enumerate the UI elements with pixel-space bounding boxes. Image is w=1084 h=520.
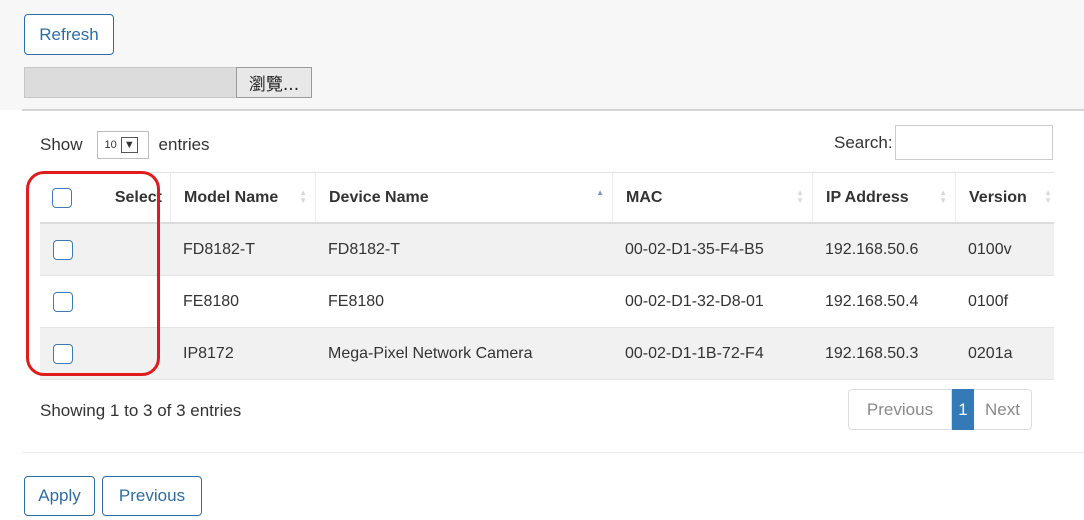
pagination-page-1-button[interactable]: 1	[952, 389, 974, 430]
previous-step-button[interactable]: Previous	[102, 476, 202, 516]
version-header-label: Version	[969, 188, 1027, 206]
column-header-ip-address[interactable]: IP Address ▲ ▼	[812, 173, 955, 222]
version-cell: 0100v	[968, 240, 1012, 258]
sort-icon: ▲ ▼	[299, 188, 307, 205]
device-name-cell: FD8182-T	[328, 240, 401, 258]
row-select-cell	[40, 224, 170, 275]
entries-select-value: 10	[104, 139, 117, 151]
show-label: Show	[40, 135, 83, 154]
column-header-model-name[interactable]: Model Name ▲ ▼	[170, 173, 315, 222]
row-checkbox[interactable]	[53, 343, 73, 364]
chevron-down-icon: ▼	[120, 137, 138, 153]
table-header-row: Select Model Name ▲▼ Device Name ▲▼ MAC …	[40, 172, 1054, 224]
mac-cell: 00-02-D1-35-F4-B5	[625, 240, 764, 258]
device-name-cell: Mega-Pixel Network Camera	[328, 344, 533, 362]
file-upload: 瀏覽...	[24, 67, 312, 98]
column-header-device-name[interactable]: Device Name ▲▼	[315, 173, 612, 222]
row-checkbox[interactable]	[53, 239, 73, 260]
search-input[interactable]	[894, 125, 1053, 160]
table-row: FD8182-T FD8182-T 00-02-D1-35-F4-B5 192.…	[40, 224, 1054, 276]
apply-button[interactable]: Apply	[24, 476, 95, 516]
device-table: Select Model Name ▲▼ Device Name ▲▼ MAC …	[40, 172, 1054, 380]
sort-ascending-icon: ▲▼	[596, 188, 604, 197]
pagination-previous-button[interactable]: Previous	[848, 389, 952, 430]
version-cell: 0201a	[968, 344, 1013, 362]
refresh-button[interactable]: Refresh	[24, 14, 114, 55]
file-path-field[interactable]	[24, 67, 236, 98]
version-cell: 0100f	[968, 292, 1009, 310]
model-name-cell: FD8182-T	[183, 240, 256, 258]
device-table-panel: Show 10 ▼ entries Search: Select Model N…	[22, 109, 1084, 453]
model-name-cell: IP8172	[183, 344, 234, 362]
table-row: FE8180 FE8180 00-02-D1-32-D8-01 192.168.…	[40, 276, 1054, 328]
sort-icon: ▲ ▼	[1044, 188, 1052, 205]
sort-icon: ▲ ▼	[939, 188, 947, 205]
table-info: Showing 1 to 3 of 3 entries	[40, 401, 242, 420]
pagination-next-button[interactable]: Next	[974, 389, 1032, 430]
select-all-checkbox[interactable]	[52, 187, 72, 208]
device-name-cell: FE8180	[328, 292, 385, 310]
row-checkbox[interactable]	[53, 291, 73, 312]
browse-button[interactable]: 瀏覽...	[236, 67, 312, 98]
select-header-label: Select	[114, 188, 162, 206]
column-header-select[interactable]: Select	[40, 173, 170, 222]
model-name-header-label: Model Name	[184, 188, 279, 206]
column-header-version[interactable]: Version ▲ ▼	[955, 173, 1054, 222]
table-search: Search:	[834, 125, 1053, 160]
ip-address-cell: 192.168.50.6	[825, 240, 919, 258]
row-select-cell	[40, 276, 170, 327]
entries-label: entries	[158, 135, 210, 154]
ip-address-cell: 192.168.50.4	[825, 292, 919, 310]
ip-address-header-label: IP Address	[826, 188, 909, 206]
mac-cell: 00-02-D1-32-D8-01	[625, 292, 764, 310]
sort-icon: ▲ ▼	[796, 188, 804, 205]
column-header-mac[interactable]: MAC ▲ ▼	[612, 173, 812, 222]
search-label: Search:	[834, 132, 893, 152]
entries-select[interactable]: 10 ▼	[96, 131, 149, 159]
device-name-header-label: Device Name	[329, 188, 429, 206]
mac-cell: 00-02-D1-1B-72-F4	[625, 344, 764, 362]
mac-header-label: MAC	[626, 188, 663, 206]
table-row: IP8172 Mega-Pixel Network Camera 00-02-D…	[40, 328, 1054, 380]
model-name-cell: FE8180	[183, 292, 240, 310]
row-select-cell	[40, 328, 170, 379]
ip-address-cell: 192.168.50.3	[825, 344, 919, 362]
pagination: Previous 1 Next	[848, 389, 1032, 430]
entries-length-control: Show 10 ▼ entries	[40, 131, 210, 159]
